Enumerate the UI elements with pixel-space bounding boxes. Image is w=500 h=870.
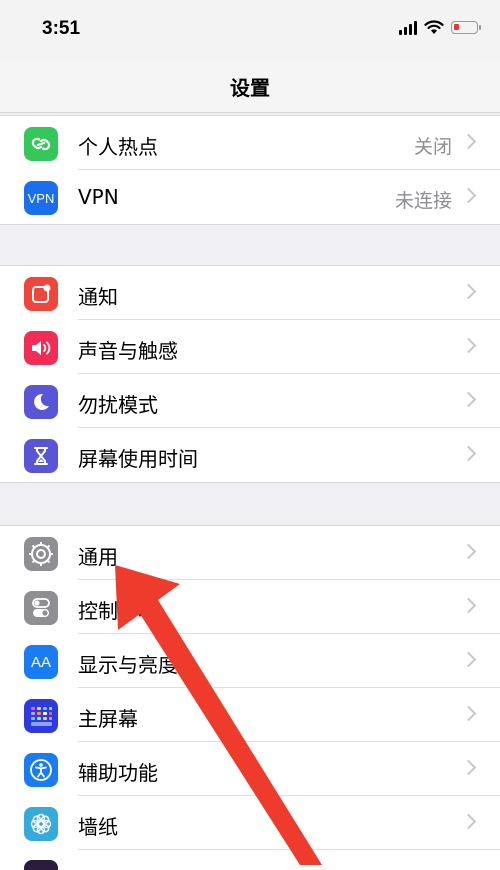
settings-row-label: 辅助功能 bbox=[78, 761, 158, 785]
chevron-right-icon bbox=[460, 651, 477, 668]
settings-row-wallpaper[interactable]: 墙纸 bbox=[0, 796, 500, 850]
wallpaper-icon bbox=[24, 807, 58, 841]
settings-row-partial bbox=[0, 850, 500, 870]
cellular-signal-icon bbox=[399, 20, 417, 35]
settings-row-sounds[interactable]: 声音与触感 bbox=[0, 320, 500, 374]
hotspot-icon bbox=[24, 127, 58, 161]
settings-row-label: 通知 bbox=[78, 285, 118, 309]
settings-row-home-screen[interactable]: 主屏幕 bbox=[0, 688, 500, 742]
notifications-icon bbox=[24, 277, 58, 311]
settings-row-label: 通用 bbox=[78, 545, 118, 569]
settings-row-value: 未连接 bbox=[394, 190, 452, 212]
settings-row-do-not-disturb[interactable]: 勿扰模式 bbox=[0, 374, 500, 428]
settings-row-label: VPN bbox=[78, 185, 119, 209]
chevron-right-icon bbox=[460, 813, 477, 830]
settings-group-device: 通用 控制中心 AA 显示与亮度 主屏幕 辅助功能 墙纸 bbox=[0, 525, 500, 870]
settings-row-label: 控制中心 bbox=[78, 599, 158, 623]
display-icon: AA bbox=[24, 645, 58, 679]
settings-row-value: 关闭 bbox=[413, 136, 452, 158]
settings-row-general[interactable]: 通用 bbox=[0, 526, 500, 580]
settings-row-label: 声音与触感 bbox=[78, 339, 178, 363]
settings-row-label: 墙纸 bbox=[78, 815, 118, 839]
settings-row-hotspot[interactable]: 个人热点 关闭 bbox=[0, 116, 500, 170]
chevron-right-icon bbox=[460, 187, 477, 204]
settings-row-label: 主屏幕 bbox=[78, 707, 138, 731]
settings-row-accessibility[interactable]: 辅助功能 bbox=[0, 742, 500, 796]
chevron-right-icon bbox=[460, 759, 477, 776]
siri-icon bbox=[24, 860, 58, 870]
gear-icon bbox=[24, 537, 58, 571]
status-time: 3:51 bbox=[42, 18, 81, 39]
chevron-right-icon bbox=[460, 445, 477, 462]
vpn-icon-text: VPN bbox=[27, 190, 55, 206]
battery-icon bbox=[451, 21, 481, 34]
home-screen-icon bbox=[24, 699, 58, 733]
hourglass-icon bbox=[24, 439, 58, 473]
settings-row-label: 个人热点 bbox=[78, 135, 158, 159]
page-title: 设置 bbox=[230, 76, 270, 100]
settings-row-control-center[interactable]: 控制中心 bbox=[0, 580, 500, 634]
settings-row-notifications[interactable]: 通知 bbox=[0, 266, 500, 320]
settings-row-label: 屏幕使用时间 bbox=[78, 447, 198, 471]
wifi-icon bbox=[424, 20, 444, 34]
settings-row-vpn[interactable]: VPN VPN 未连接 bbox=[0, 170, 500, 224]
settings-group-network: 个人热点 关闭 VPN VPN 未连接 bbox=[0, 115, 500, 225]
settings-row-display[interactable]: AA 显示与亮度 bbox=[0, 634, 500, 688]
sound-icon bbox=[24, 331, 58, 365]
settings-row-label: 显示与亮度 bbox=[78, 653, 178, 677]
moon-icon bbox=[24, 385, 58, 419]
settings-group-alerts: 通知 声音与触感 勿扰模式 屏幕使用时间 bbox=[0, 265, 500, 483]
accessibility-icon bbox=[24, 753, 58, 787]
chevron-right-icon bbox=[460, 391, 477, 408]
chevron-right-icon bbox=[460, 337, 477, 354]
chevron-right-icon bbox=[460, 705, 477, 722]
settings-row-label: 勿扰模式 bbox=[78, 393, 158, 417]
chevron-right-icon bbox=[460, 543, 477, 560]
chevron-right-icon bbox=[460, 283, 477, 300]
settings-row-screen-time[interactable]: 屏幕使用时间 bbox=[0, 428, 500, 482]
toggles-icon bbox=[24, 591, 58, 625]
display-icon-text: AA bbox=[30, 653, 51, 671]
navigation-bar: 设置 bbox=[0, 60, 500, 113]
status-bar: 3:51 bbox=[0, 0, 500, 60]
chevron-right-icon bbox=[460, 597, 477, 614]
vpn-icon: VPN bbox=[24, 181, 58, 215]
chevron-right-icon bbox=[460, 133, 477, 150]
